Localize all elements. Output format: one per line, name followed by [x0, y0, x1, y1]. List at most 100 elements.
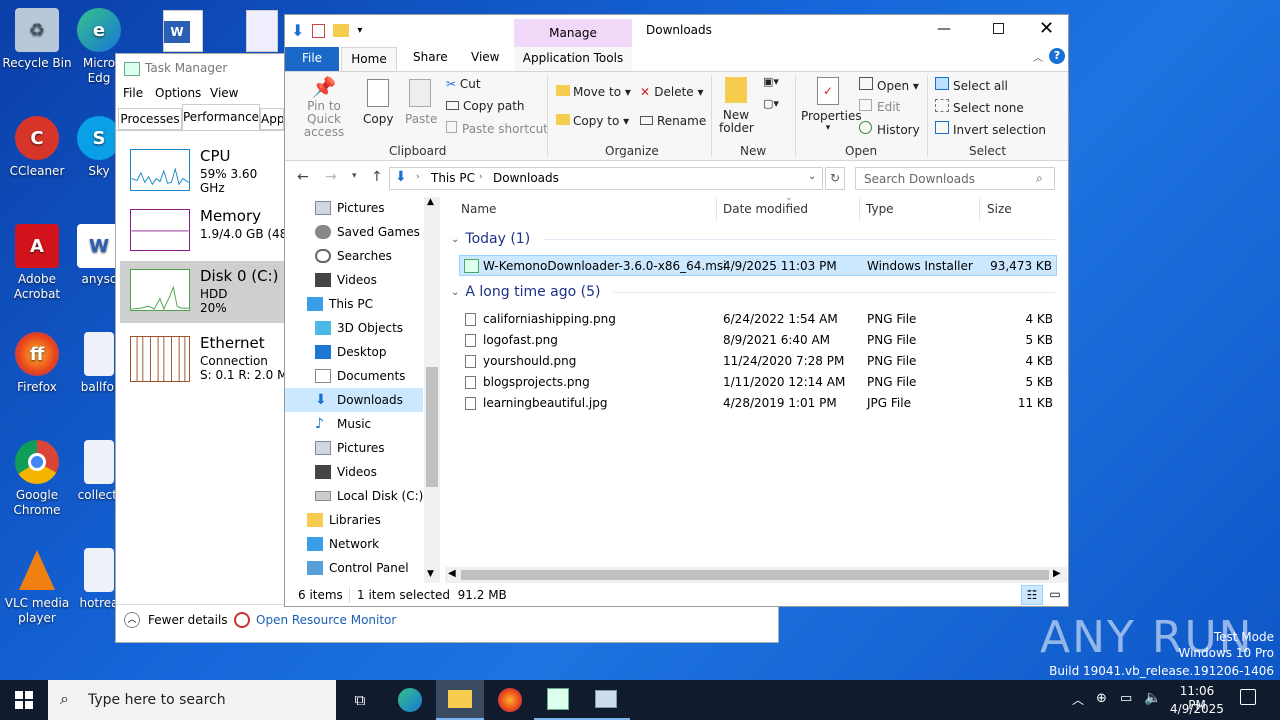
open-button[interactable]: Open ▾: [859, 77, 919, 93]
start-button[interactable]: [0, 680, 48, 720]
nav-item-music[interactable]: ♪ Music: [315, 412, 371, 436]
volume-icon[interactable]: 🔈: [1144, 690, 1161, 706]
desktop-icon-recycle-bin[interactable]: ♻ Recycle Bin: [0, 8, 74, 71]
horizontal-scrollbar[interactable]: ◀ ▶: [445, 567, 1067, 583]
address-dropdown-icon[interactable]: ⌄: [808, 171, 816, 182]
nav-item-videos-2[interactable]: Videos: [315, 460, 377, 484]
file-row-selected[interactable]: W-KemonoDownloader-3.6.0-x86_64.msi 4/9/…: [459, 255, 1057, 276]
forward-button[interactable]: →: [325, 169, 337, 185]
tab-share[interactable]: Share: [413, 50, 448, 64]
nav-item-this-pc[interactable]: This PC: [307, 292, 373, 316]
desktop-icon-ccleaner[interactable]: C CCleaner: [0, 116, 74, 179]
new-folder-button[interactable]: New folder: [719, 77, 754, 135]
edit-button[interactable]: Edit: [859, 99, 900, 114]
column-header-type[interactable]: Type: [866, 202, 894, 216]
open-resource-monitor-link[interactable]: Open Resource Monitor: [234, 612, 396, 628]
notifications-icon[interactable]: [1240, 689, 1256, 705]
nav-item-searches[interactable]: Searches: [315, 244, 392, 268]
paste-button[interactable]: Paste: [405, 79, 437, 126]
tm-tab-processes[interactable]: Processes: [118, 108, 182, 130]
column-header-size[interactable]: Size: [987, 202, 1012, 216]
tm-resource-ethernet[interactable]: Ethernet Connection S: 0.1 R: 2.0 Mb: [120, 328, 295, 390]
taskbar-file-explorer-icon[interactable]: [436, 680, 484, 720]
help-icon[interactable]: ?: [1049, 48, 1065, 64]
copy-to-button[interactable]: Copy to ▾: [556, 114, 629, 128]
delete-button[interactable]: ✕ Delete ▾: [640, 85, 704, 99]
desktop-icon-firefox[interactable]: ff Firefox: [0, 332, 74, 395]
tm-tab-performance[interactable]: Performance: [182, 104, 260, 130]
image-file-icon[interactable]: [246, 10, 278, 52]
file-row[interactable]: blogsprojects.png 1/11/2020 12:14 AM PNG…: [459, 372, 1057, 393]
tm-menu-view[interactable]: View: [210, 86, 238, 100]
nav-scroll-thumb[interactable]: [426, 367, 438, 487]
folder-icon[interactable]: [333, 24, 350, 37]
nav-item-network[interactable]: Network: [307, 532, 379, 556]
move-to-button[interactable]: Move to ▾: [556, 85, 631, 99]
tm-resource-memory[interactable]: Memory 1.9/4.0 GB (48%: [120, 201, 299, 263]
address-bar[interactable]: ⬇ › This PC › Downloads ⌄: [389, 167, 823, 190]
new-item-button[interactable]: ▣▾: [763, 75, 779, 88]
nav-item-pictures[interactable]: Pictures: [315, 196, 385, 220]
column-header-name[interactable]: Name: [461, 202, 496, 216]
taskbar-firefox-icon[interactable]: [486, 680, 534, 720]
horizontal-scroll-thumb[interactable]: [461, 570, 1049, 580]
large-icons-view-button[interactable]: ▭: [1045, 585, 1065, 605]
close-button[interactable]: ✕: [1039, 18, 1054, 39]
rename-button[interactable]: Rename: [640, 114, 706, 128]
nav-item-downloads[interactable]: ⬇ Downloads: [315, 388, 403, 412]
recent-locations-button[interactable]: ▾: [352, 171, 357, 181]
nav-item-desktop[interactable]: Desktop: [315, 340, 387, 364]
desktop-icon-chrome[interactable]: Google Chrome: [0, 440, 74, 518]
taskbar-installer-icon[interactable]: [534, 680, 582, 720]
group-header-today[interactable]: ⌄ Today (1): [451, 231, 1055, 247]
nav-item-3d-objects[interactable]: 3D Objects: [315, 316, 403, 340]
details-view-button[interactable]: ☷: [1021, 585, 1043, 605]
desktop-icon-acrobat[interactable]: A Adobe Acrobat: [0, 224, 74, 302]
tm-menu-file[interactable]: File: [123, 86, 143, 100]
task-view-button[interactable]: ⧉: [336, 680, 384, 720]
back-button[interactable]: ←: [297, 169, 309, 185]
easy-access-button[interactable]: ▢▾: [763, 97, 779, 110]
manage-context-tab[interactable]: Manage: [514, 19, 632, 49]
customize-toolbar-icon[interactable]: ▾: [357, 25, 362, 36]
invert-selection-button[interactable]: Invert selection: [935, 121, 1046, 137]
refresh-button[interactable]: ↻: [825, 167, 845, 190]
tm-menu-options[interactable]: Options: [155, 86, 201, 100]
history-button[interactable]: History: [859, 121, 920, 137]
nav-item-pictures-2[interactable]: Pictures: [315, 436, 385, 460]
copy-path-button[interactable]: Copy path: [446, 99, 525, 113]
nav-item-local-disk[interactable]: Local Disk (C:): [315, 484, 423, 508]
properties-check-icon[interactable]: [312, 23, 326, 38]
tab-file[interactable]: File: [285, 47, 339, 71]
nav-item-libraries[interactable]: Libraries: [307, 508, 381, 532]
up-button[interactable]: ↑: [371, 169, 383, 185]
nav-item-documents[interactable]: Documents: [315, 364, 405, 388]
taskbar-task-manager-icon[interactable]: [582, 680, 630, 720]
tm-resource-cpu[interactable]: CPU 59% 3.60 GHz: [120, 141, 284, 203]
search-box[interactable]: Search Downloads ⌕: [855, 167, 1055, 190]
down-arrow-icon[interactable]: ⬇: [291, 21, 304, 40]
tab-home[interactable]: Home: [341, 47, 397, 71]
breadcrumb-this-pc[interactable]: This PC: [431, 171, 475, 185]
tm-resource-disk[interactable]: Disk 0 (C:) HDD 20%: [120, 261, 284, 323]
file-row[interactable]: yourshould.png 11/24/2020 7:28 PM PNG Fi…: [459, 351, 1057, 372]
minimize-button[interactable]: —: [937, 21, 951, 37]
paste-shortcut-button[interactable]: Paste shortcut: [446, 121, 548, 136]
breadcrumb-downloads[interactable]: Downloads: [493, 171, 559, 185]
file-row[interactable]: californiashipping.png 6/24/2022 1:54 AM…: [459, 309, 1057, 330]
select-all-button[interactable]: Select all: [935, 77, 1008, 93]
file-row[interactable]: logofast.png 8/9/2021 6:40 AM PNG File 5…: [459, 330, 1057, 351]
desktop-icon-vlc[interactable]: VLC media player: [0, 548, 74, 626]
tray-app-icon[interactable]: ⊕: [1096, 691, 1107, 706]
copy-button[interactable]: Copy: [363, 79, 393, 126]
tab-application-tools[interactable]: Application Tools: [514, 47, 632, 71]
taskbar-search-box[interactable]: ⌕ Type here to search: [48, 680, 336, 720]
cut-button[interactable]: ✂ Cut: [446, 77, 481, 91]
nav-pane-scrollbar[interactable]: ▲ ▼: [424, 197, 440, 583]
tab-view[interactable]: View: [471, 50, 499, 64]
file-row[interactable]: learningbeautiful.jpg 4/28/2019 1:01 PM …: [459, 393, 1057, 414]
column-header-date-modified[interactable]: Date modified: [723, 202, 808, 216]
nav-item-saved-games[interactable]: Saved Games: [315, 220, 420, 244]
select-none-button[interactable]: Select none: [935, 99, 1024, 115]
maximize-button[interactable]: [993, 23, 1004, 34]
